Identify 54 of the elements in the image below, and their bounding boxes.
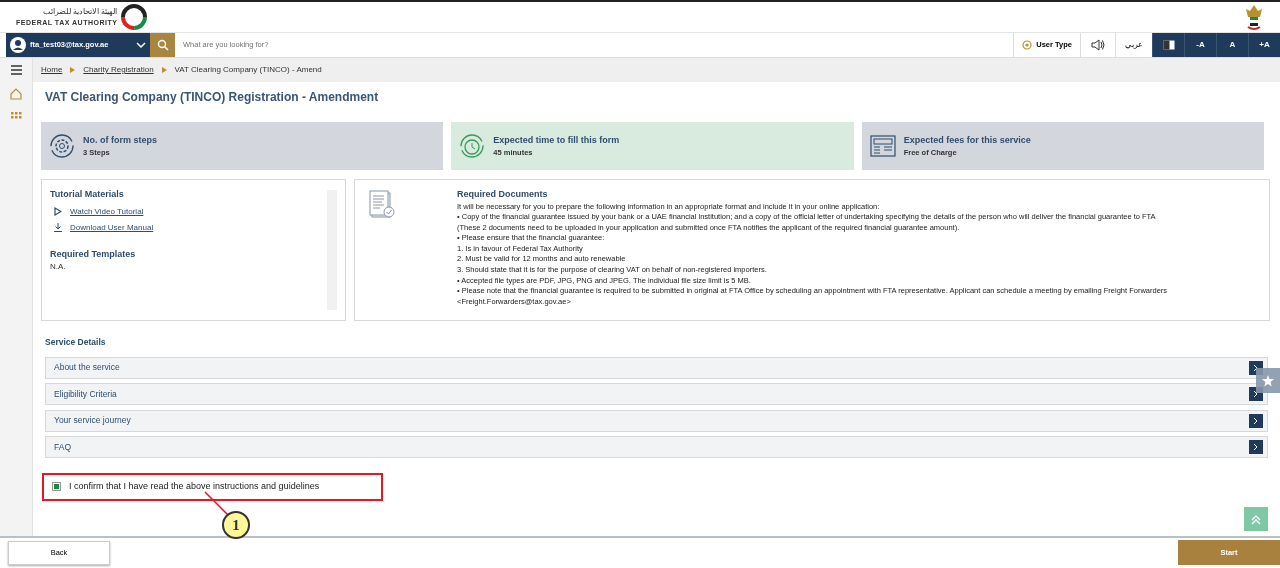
accordion-header[interactable]: About the service (45, 356, 1268, 379)
contrast-icon (1162, 40, 1175, 50)
accordion-header[interactable]: Eligibility Criteria (45, 383, 1268, 406)
section-heading: Service Details (45, 336, 107, 349)
receipt-icon (869, 133, 896, 159)
accordion-header[interactable]: FAQ (45, 436, 1268, 459)
info-card-title: No. of form steps (83, 133, 157, 147)
expand-button[interactable] (1249, 413, 1263, 428)
clock-icon (459, 133, 486, 159)
chevron-icon (1252, 363, 1260, 372)
chevron-icon (1252, 443, 1260, 452)
info-card-title: Expected fees for this service (903, 133, 1031, 147)
double-chevron-icon (1251, 513, 1261, 525)
logo-arabic-text: الهيئة الاتحادية للضرائب (42, 5, 118, 18)
menu-icon[interactable] (10, 65, 22, 75)
breadcrumb-link[interactable]: Home (41, 64, 63, 76)
tutorial-link[interactable]: Watch Video Tutorial (70, 205, 144, 218)
section-heading: Tutorial Materials (50, 188, 125, 201)
expand-button[interactable] (1249, 440, 1263, 455)
gear-icon (1022, 40, 1033, 50)
confirm-label: I confirm that I have read the above instructions and guidelines (69, 480, 320, 493)
gear-icon (49, 133, 75, 159)
play-icon (54, 207, 62, 216)
speaker-icon (1090, 39, 1106, 51)
callout-number: 1 (222, 511, 250, 539)
chevron-icon (1252, 390, 1260, 399)
contrast-button[interactable] (1152, 33, 1184, 57)
info-card-title: Expected time to fill this form (493, 133, 620, 147)
caret-icon (136, 41, 146, 49)
section-heading: Required Documents (457, 188, 549, 201)
tutorial-link[interactable]: Download User Manual (70, 221, 154, 234)
user-avatar-icon (10, 37, 26, 53)
section-heading: Required Templates (50, 247, 137, 261)
national-emblem-icon (1244, 3, 1264, 31)
accordion-header[interactable]: Your service journey (45, 409, 1268, 432)
breadcrumb-link[interactable]: Charity Registration (83, 64, 154, 76)
font-size-button[interactable]: +A (1248, 33, 1280, 57)
templates-value: N.A. (50, 261, 67, 273)
home-icon[interactable] (10, 88, 22, 100)
font-size-button[interactable]: A (1216, 33, 1248, 57)
apps-grid-icon[interactable] (10, 112, 22, 119)
breadcrumb-arrow-icon (70, 67, 76, 73)
document-icon (369, 190, 395, 218)
chevron-icon (1252, 416, 1260, 425)
breadcrumb-current: VAT Clearing Company (TINCO) - Amend (174, 64, 322, 76)
page-title: VAT Clearing Company (TINCO) Registration - Amendment (45, 89, 380, 106)
search-button[interactable] (150, 33, 175, 57)
star-icon (1262, 374, 1274, 387)
download-icon (54, 223, 62, 232)
logo-emblem-icon (121, 4, 148, 30)
font-size-button[interactable]: -A (1184, 33, 1216, 57)
breadcrumb-arrow-icon (161, 67, 167, 73)
confirm-checkbox[interactable] (52, 482, 61, 492)
search-icon (156, 39, 169, 51)
